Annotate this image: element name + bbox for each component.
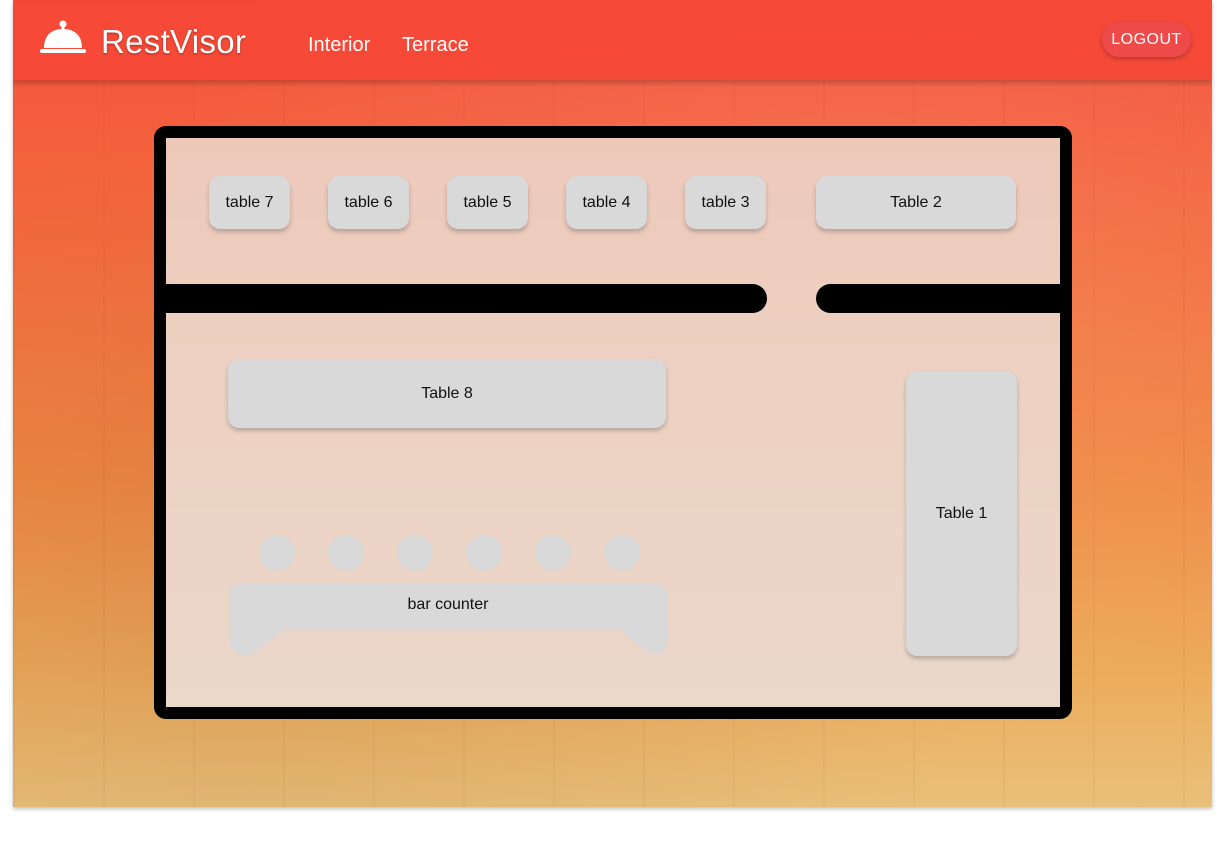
top-app-bar: RestVisor Interior Terrace LOGOUT: [13, 0, 1212, 80]
bar-counter-shape: [229, 584, 667, 656]
table-5[interactable]: table 5: [447, 176, 528, 229]
table-1[interactable]: Table 1: [906, 371, 1017, 656]
cloche-icon: [40, 20, 86, 53]
nav-terrace[interactable]: Terrace: [402, 33, 469, 57]
table-7[interactable]: table 7: [209, 176, 290, 229]
table-6[interactable]: table 6: [328, 176, 409, 229]
table-8[interactable]: Table 8: [228, 359, 666, 428]
bar-counter-label: bar counter: [407, 596, 489, 613]
nav-interior[interactable]: Interior: [308, 33, 370, 57]
bar-counter[interactable]: bar counter: [229, 584, 667, 656]
app-window: RestVisor Interior Terrace LOGOUT table …: [13, 0, 1212, 807]
table-2[interactable]: Table 2: [816, 176, 1016, 229]
bar-stool[interactable]: [328, 535, 364, 571]
bar-stool[interactable]: [535, 535, 571, 571]
floor-plan-area: table 7 table 6 table 5 table 4 table 3 …: [166, 138, 1060, 707]
floor-plan: table 7 table 6 table 5 table 4 table 3 …: [154, 126, 1072, 719]
interior-wall-left: [166, 284, 767, 313]
interior-wall-right: [816, 284, 1060, 313]
bar-stool[interactable]: [466, 535, 502, 571]
table-4[interactable]: table 4: [566, 176, 647, 229]
brand-name: RestVisor: [101, 23, 247, 60]
bar-stool[interactable]: [604, 535, 640, 571]
table-3[interactable]: table 3: [685, 176, 766, 229]
bar-stool[interactable]: [259, 535, 295, 571]
logout-button[interactable]: LOGOUT: [1102, 22, 1191, 57]
bar-stool[interactable]: [397, 535, 433, 571]
